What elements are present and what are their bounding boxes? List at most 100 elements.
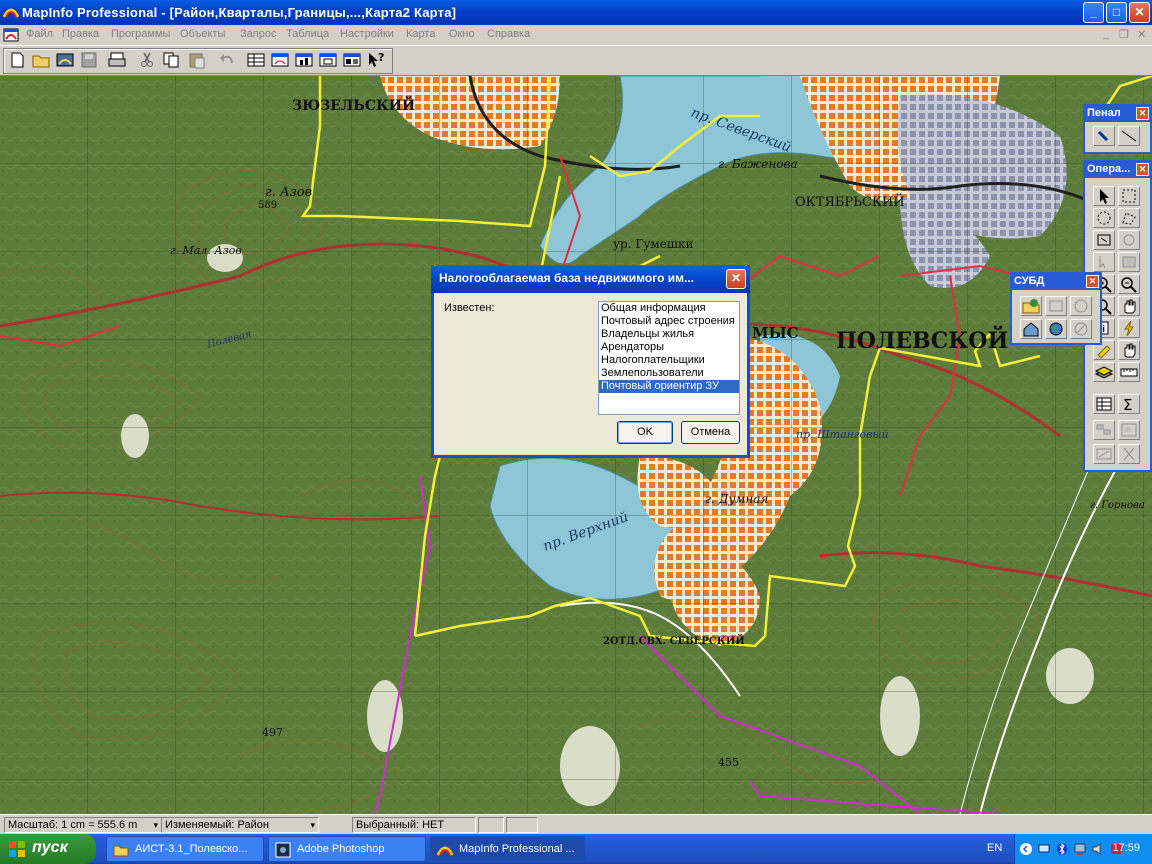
subd-palette-title[interactable]: СУБД ✕ (1012, 274, 1100, 290)
list-item[interactable]: Почтовый адрес строения (599, 315, 739, 328)
copy-icon[interactable] (160, 50, 182, 70)
invert-select-icon[interactable] (1118, 252, 1140, 272)
minimize-button[interactable]: _ (1083, 2, 1104, 23)
new-file-icon[interactable] (6, 50, 28, 70)
subd-palette[interactable]: СУБД ✕ (1010, 272, 1102, 345)
scale-bar-icon[interactable] (1093, 444, 1115, 464)
hotlink-tool-icon[interactable] (1118, 318, 1140, 338)
list-item[interactable]: Налогоплательщики (599, 354, 739, 367)
new-browser-icon[interactable] (245, 50, 267, 70)
graph-select-icon[interactable] (1093, 252, 1115, 272)
marquee-select-icon[interactable] (1118, 186, 1140, 206)
new-redistrict-icon[interactable] (341, 50, 363, 70)
title-bar: MapInfo Professional - [Район,Кварталы,Г… (0, 0, 1152, 25)
menu-settings[interactable]: Настройки (340, 28, 394, 40)
select-arrow-icon[interactable] (1093, 186, 1115, 206)
statistics-icon[interactable]: Σ (1118, 394, 1140, 414)
menu-window[interactable]: Окно (449, 28, 475, 40)
list-item-selected[interactable]: Почтовый ориентир ЗУ (599, 380, 739, 393)
penal-palette-title[interactable]: Пенал ✕ (1085, 106, 1150, 122)
zoom-out-icon[interactable] (1118, 274, 1140, 294)
clock[interactable]: 17:59 (1112, 842, 1140, 854)
menu-edit[interactable]: Правка (62, 28, 99, 40)
mapinfo-app-icon[interactable] (2, 5, 20, 19)
paste-icon[interactable] (186, 50, 208, 70)
db-house-icon[interactable] (1020, 319, 1042, 339)
mdi-minimize-button[interactable]: _ (1103, 28, 1109, 40)
tray-expand-icon[interactable] (1019, 842, 1033, 856)
cancel-button[interactable]: Отмена (681, 421, 740, 444)
volume-icon[interactable] (1091, 842, 1105, 856)
language-indicator[interactable]: EN (987, 842, 1002, 854)
menu-help[interactable]: Справка (487, 28, 530, 40)
open-workspace-icon[interactable] (54, 50, 76, 70)
unselect-icon[interactable] (1118, 230, 1140, 250)
set-target-icon[interactable] (1118, 444, 1140, 464)
help-pointer-icon[interactable]: ? (365, 50, 387, 70)
mdi-restore-button[interactable]: ❐ (1119, 28, 1129, 41)
operations-close-button[interactable]: ✕ (1136, 163, 1149, 176)
mdi-close-button[interactable]: ✕ (1137, 28, 1146, 41)
radius-select-icon[interactable] (1093, 208, 1115, 228)
menu-table[interactable]: Таблица (286, 28, 329, 40)
list-item[interactable]: Владельцы жилья (599, 328, 739, 341)
new-mapper-icon[interactable] (269, 50, 291, 70)
scale-status[interactable]: Масштаб: 1 cm = 555.6 m ▾ (4, 817, 162, 833)
boundary-select-icon[interactable] (1093, 230, 1115, 250)
clip-region-icon[interactable] (1118, 420, 1140, 440)
bluetooth-icon[interactable] (1055, 842, 1069, 856)
known-list[interactable]: Общая информация Почтовый адрес строения… (598, 301, 740, 415)
cut-icon[interactable] (136, 50, 158, 70)
menu-objects[interactable]: Объекты (180, 28, 225, 40)
editable-layer-status[interactable]: Изменяемый: Район ▾ (161, 817, 319, 833)
chevron-down-icon[interactable]: ▾ (310, 818, 315, 832)
task-aist-folder[interactable]: АИСТ-3.1_Полевско... (106, 836, 264, 862)
tax-base-dialog[interactable]: Налогооблагаемая база недвижимого им... … (431, 265, 750, 458)
penal-close-button[interactable]: ✕ (1136, 107, 1149, 120)
menu-map[interactable]: Карта (406, 28, 435, 40)
network-icon[interactable] (1037, 842, 1051, 856)
menu-file[interactable]: Файл (26, 28, 53, 40)
selected-status[interactable]: Выбранный: НЕТ (352, 817, 476, 833)
subd-close-button[interactable]: ✕ (1086, 275, 1099, 288)
drag-window-icon[interactable] (1118, 340, 1140, 360)
task-photoshop[interactable]: Adobe Photoshop (268, 836, 426, 862)
new-layout-icon[interactable] (317, 50, 339, 70)
computer-icon[interactable] (1073, 842, 1087, 856)
operations-palette-title[interactable]: Опера... ✕ (1085, 162, 1150, 178)
polygon-select-icon[interactable] (1118, 208, 1140, 228)
save-icon[interactable] (78, 50, 100, 70)
open-folder-icon[interactable] (30, 50, 52, 70)
menu-programs[interactable]: Программы (111, 28, 170, 40)
ok-button[interactable]: OK (617, 421, 673, 444)
layer-control-icon[interactable] (1093, 362, 1115, 382)
chevron-down-icon[interactable]: ▾ (153, 818, 158, 832)
menu-query[interactable]: Запрос (240, 28, 276, 40)
document-window-icon[interactable] (3, 27, 19, 43)
db-edit-icon[interactable] (1045, 296, 1067, 316)
window-title: MapInfo Professional - [Район,Кварталы,Г… (22, 5, 457, 20)
penal-palette[interactable]: Пенал ✕ (1083, 104, 1152, 154)
ruler-icon[interactable] (1118, 362, 1140, 382)
start-button[interactable]: пуск (0, 834, 96, 864)
db-open-icon[interactable] (1020, 296, 1042, 316)
list-item[interactable]: Землепользователи (599, 367, 739, 380)
maximize-button[interactable]: □ (1106, 2, 1127, 23)
symbol-tool-icon[interactable] (1093, 126, 1115, 146)
legend-tool-icon[interactable] (1093, 420, 1115, 440)
new-graph-icon[interactable] (293, 50, 315, 70)
undo-icon[interactable] (216, 50, 238, 70)
table-view-icon[interactable] (1093, 394, 1115, 414)
line-tool-icon[interactable] (1118, 126, 1140, 146)
task-mapinfo[interactable]: MapInfo Professional ... (430, 836, 585, 862)
dialog-title-bar[interactable]: Налогооблагаемая база недвижимого им... … (431, 265, 750, 293)
db-query-icon[interactable] (1070, 296, 1092, 316)
list-item[interactable]: Арендаторы (599, 341, 739, 354)
list-item[interactable]: Общая информация (599, 302, 739, 315)
close-button[interactable]: ✕ (1129, 2, 1150, 23)
db-globe-icon[interactable] (1045, 319, 1067, 339)
db-cancel-icon[interactable] (1070, 319, 1092, 339)
print-icon[interactable] (106, 50, 128, 70)
grabber-hand-icon[interactable] (1118, 296, 1140, 316)
dialog-close-button[interactable]: ✕ (726, 269, 746, 289)
